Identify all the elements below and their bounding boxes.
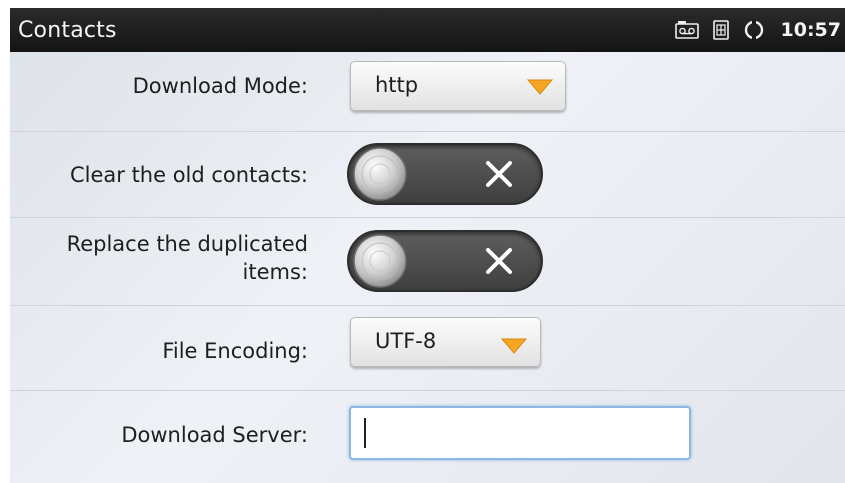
status-bar: Contacts 10:57 — [10, 8, 845, 52]
row-separator — [10, 131, 845, 132]
voicemail-icon — [674, 20, 699, 40]
clear-old-contacts-toggle[interactable] — [347, 143, 543, 205]
file-encoding-dropdown[interactable]: UTF-8 — [350, 317, 541, 367]
toggle-knob-icon — [351, 233, 409, 293]
row-separator — [10, 217, 845, 218]
download-mode-label: Download Mode: — [132, 74, 308, 98]
text-caret — [364, 418, 366, 448]
replace-duplicated-label-line1: Replace the duplicated — [66, 232, 308, 256]
replace-duplicated-label: Replace the duplicated items: — [67, 230, 308, 286]
status-icons: 10:57 — [674, 19, 845, 41]
replace-duplicated-label-line2: items: — [242, 260, 308, 284]
clear-old-contacts-label: Clear the old contacts: — [69, 163, 308, 187]
sync-icon — [743, 19, 765, 41]
row-separator — [10, 390, 845, 391]
sim-card-icon — [712, 20, 729, 40]
close-icon — [485, 247, 513, 279]
close-icon — [485, 160, 513, 192]
dropdown-arrow-icon — [526, 79, 554, 99]
app-title: Contacts — [18, 17, 117, 43]
screen: Contacts 10:57 Download Mode: http Clear… — [10, 8, 845, 483]
download-mode-dropdown[interactable]: http — [350, 61, 566, 111]
status-clock: 10:57 — [780, 19, 841, 41]
toggle-knob-icon — [351, 146, 409, 206]
download-mode-value: http — [375, 73, 419, 97]
row-separator — [10, 305, 845, 306]
dropdown-arrow-icon — [500, 338, 528, 358]
file-encoding-label: File Encoding: — [162, 339, 308, 363]
replace-duplicated-toggle[interactable] — [347, 230, 543, 292]
download-server-label: Download Server: — [121, 423, 308, 447]
file-encoding-value: UTF-8 — [375, 329, 437, 353]
download-server-input[interactable] — [349, 406, 691, 460]
